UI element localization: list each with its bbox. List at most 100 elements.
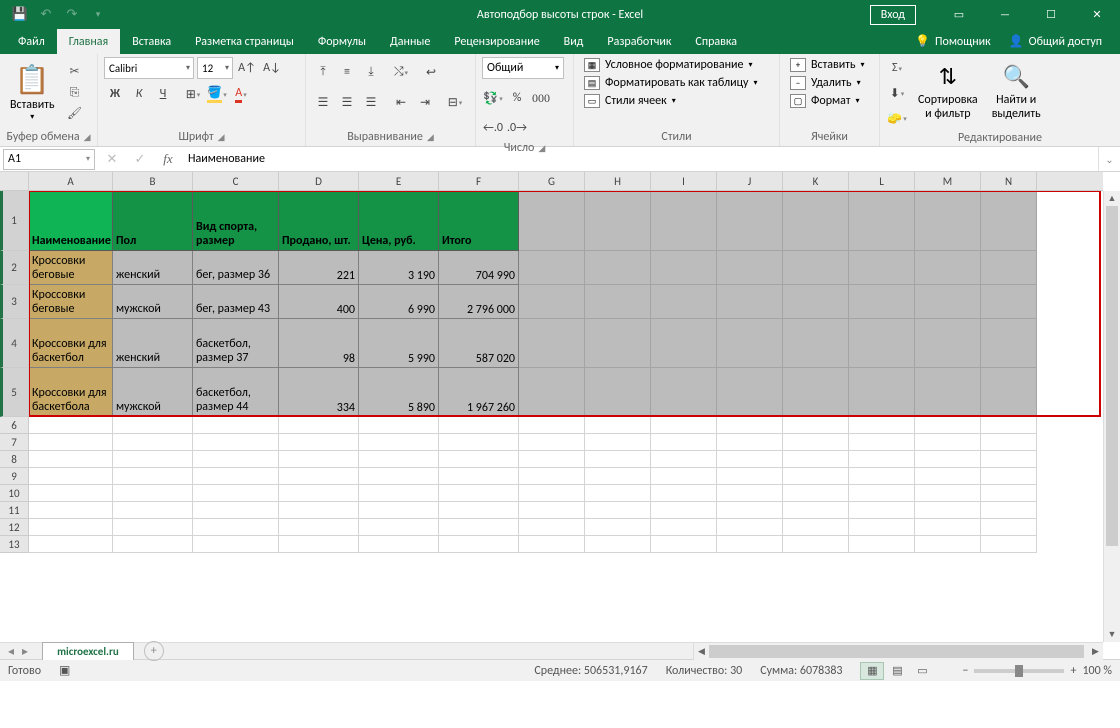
cell[interactable] [279,468,359,485]
col-header[interactable]: M [915,172,981,190]
row-header[interactable]: 3 [0,285,28,319]
cell[interactable]: Кроссовки для баскетбола [29,368,113,417]
cell[interactable] [439,536,519,553]
cell[interactable] [113,468,193,485]
cell[interactable] [651,536,717,553]
cell[interactable] [783,434,849,451]
cell[interactable] [915,417,981,434]
row-header[interactable]: 10 [0,485,28,502]
cell[interactable] [193,536,279,553]
cell[interactable] [717,468,783,485]
cell[interactable] [981,319,1037,368]
col-header[interactable]: A [29,172,113,190]
cell[interactable] [981,434,1037,451]
cell[interactable] [519,434,585,451]
align-bottom-icon[interactable]: ⤓ [360,61,382,83]
view-pagebreak-icon[interactable]: ▭ [910,662,934,680]
align-middle-icon[interactable]: ≡ [336,61,358,83]
format-painter-icon[interactable]: 🖌 [65,105,85,123]
align-right-icon[interactable]: ☰ [360,91,382,113]
cell[interactable] [585,368,651,417]
cell[interactable] [981,468,1037,485]
cell[interactable] [717,319,783,368]
cell[interactable] [359,468,439,485]
sheet-nav[interactable]: ◂▸ [0,644,36,659]
cell[interactable] [113,485,193,502]
cell[interactable] [585,285,651,319]
cell[interactable] [113,536,193,553]
decrease-font-icon[interactable]: A↓ [261,57,283,79]
cell[interactable] [519,368,585,417]
cell[interactable] [585,191,651,251]
cell[interactable] [519,251,585,285]
login-button[interactable]: Вход [870,5,916,25]
cell[interactable] [29,519,113,536]
row-header[interactable]: 4 [0,319,28,368]
qat-customize-icon[interactable]: ▾ [86,3,110,27]
cell[interactable] [113,451,193,468]
scroll-up-icon[interactable]: ▲ [1104,191,1120,206]
cell[interactable]: 6 990 [359,285,439,319]
font-color-button[interactable]: А [230,83,252,105]
cell[interactable] [585,485,651,502]
expand-formula-icon[interactable]: ⌄ [1098,147,1120,171]
cell[interactable] [113,519,193,536]
sort-filter-button[interactable]: ⇅Сортировка и фильтр [914,57,982,129]
cell[interactable] [981,191,1037,251]
cell[interactable] [849,434,915,451]
scroll-down-icon[interactable]: ▼ [1104,627,1120,642]
cell[interactable] [783,191,849,251]
cell[interactable] [585,502,651,519]
cell[interactable] [113,417,193,434]
col-header[interactable]: H [585,172,651,190]
cell[interactable] [915,434,981,451]
cell[interactable]: Кроссовки для баскетбол [29,319,113,368]
cell[interactable]: 98 [279,319,359,368]
increase-indent-icon[interactable]: ⇥ [414,91,436,113]
cut-icon[interactable]: ✂ [65,63,85,81]
cell[interactable] [717,536,783,553]
cell[interactable] [915,536,981,553]
zoom-out-icon[interactable]: − [962,664,968,678]
increase-font-icon[interactable]: A↑ [236,57,258,79]
tab-view[interactable]: Вид [552,29,596,54]
cell[interactable] [651,285,717,319]
cell[interactable] [193,468,279,485]
cell[interactable] [783,251,849,285]
cell[interactable]: бег, размер 43 [193,285,279,319]
zoom-in-icon[interactable]: + [1070,664,1076,678]
conditional-format-button[interactable]: ▦Условное форматирование▾ [580,57,762,73]
cell[interactable] [519,191,585,251]
cell[interactable] [193,434,279,451]
scroll-thumb[interactable] [709,645,1084,658]
row-header[interactable]: 5 [0,368,28,417]
cell[interactable] [279,502,359,519]
cell[interactable]: Кроссовки беговые [29,285,113,319]
cell[interactable] [439,451,519,468]
cell[interactable] [981,519,1037,536]
cell[interactable] [519,536,585,553]
cell[interactable] [439,502,519,519]
cell[interactable] [651,519,717,536]
undo-icon[interactable]: ↶ [34,3,58,27]
cell[interactable] [29,502,113,519]
wrap-text-icon[interactable]: ↩ [420,61,442,83]
scroll-left-icon[interactable]: ◀ [694,643,709,660]
currency-icon[interactable]: 💱 [482,87,504,109]
cell[interactable] [849,519,915,536]
cell[interactable] [651,251,717,285]
row-header[interactable]: 9 [0,468,28,485]
font-size-select[interactable]: 12 [197,57,233,79]
cell[interactable]: Кроссовки беговые [29,251,113,285]
name-box[interactable]: A1 [3,149,95,170]
cell[interactable] [981,536,1037,553]
autosum-icon[interactable]: Σ [886,57,908,79]
scroll-right-icon[interactable]: ▶ [1088,643,1103,660]
italic-button[interactable]: К [128,83,150,105]
cell[interactable] [359,451,439,468]
cell[interactable]: баскетбол, размер 37 [193,319,279,368]
cell[interactable] [519,285,585,319]
cell[interactable] [651,468,717,485]
zoom-slider[interactable] [974,669,1064,673]
zoom-level[interactable]: 100 % [1082,664,1112,678]
